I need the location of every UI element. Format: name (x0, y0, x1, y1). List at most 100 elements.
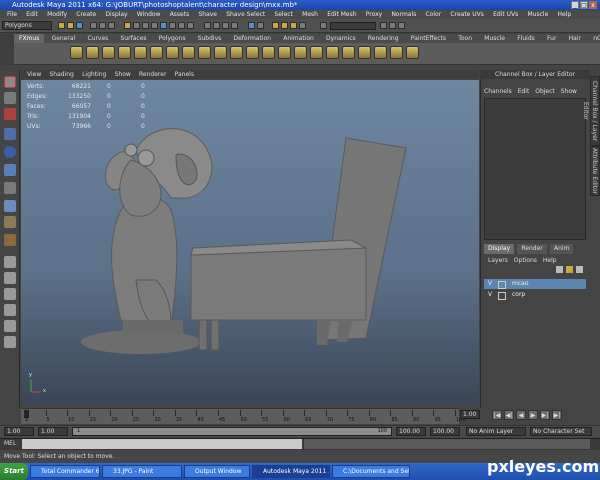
soft-mod-icon[interactable] (4, 200, 16, 212)
shelf-tool-2-icon[interactable] (86, 46, 99, 59)
layer-tab-anim[interactable]: Anim (549, 244, 574, 254)
render-settings-icon[interactable] (299, 22, 306, 29)
close-button[interactable]: x (589, 1, 597, 9)
shelf-tool-15-icon[interactable] (294, 46, 307, 59)
layer-menu-options[interactable]: Options (514, 257, 537, 264)
shelf-tool-19-icon[interactable] (358, 46, 371, 59)
shelf-tool-8-icon[interactable] (182, 46, 195, 59)
step-back-key-button[interactable]: ◀| (504, 410, 514, 420)
menu-modify[interactable]: Modify (47, 11, 67, 18)
taskbar-item[interactable]: C:\Documents and Settin... (332, 465, 410, 478)
layer-color-swatch[interactable] (498, 281, 506, 289)
shelf-tool-13-icon[interactable] (262, 46, 275, 59)
command-input[interactable] (22, 439, 302, 449)
channel-box-area[interactable] (484, 98, 586, 240)
menu-color[interactable]: Color (426, 11, 442, 18)
menu-edit-uvs[interactable]: Edit UVs (493, 11, 518, 18)
shelf-tab-hair[interactable]: Hair (564, 34, 586, 43)
menu-assets[interactable]: Assets (170, 11, 190, 18)
menu-display[interactable]: Display (105, 11, 127, 18)
snap-curve-icon[interactable] (213, 22, 220, 29)
range-slider[interactable]: 1 100 (72, 427, 392, 436)
snap-plane-icon[interactable] (231, 22, 238, 29)
mask-icon[interactable] (124, 22, 131, 29)
ipr-render-icon[interactable] (290, 22, 297, 29)
menu-window[interactable]: Window (137, 11, 161, 18)
four-view-layout-icon[interactable] (4, 272, 16, 284)
chair-model[interactable] (190, 137, 407, 351)
shelf-tab-fur[interactable]: Fur (542, 34, 561, 43)
history-icon[interactable] (248, 22, 255, 29)
input-line-icon[interactable] (320, 22, 327, 29)
menu-create[interactable]: Create (76, 11, 96, 18)
play-backwards-button[interactable]: ◀ (516, 410, 526, 420)
layer-menu-layers[interactable]: Layers (488, 257, 508, 264)
scale-tool-icon[interactable] (4, 164, 16, 176)
anim-layer-dropdown[interactable]: No Anim Layer (466, 427, 526, 436)
panel-menu-panels[interactable]: Panels (175, 71, 194, 78)
shelf-tool-9-icon[interactable] (198, 46, 211, 59)
taskbar-item[interactable]: 33.JPG - Paint (102, 465, 182, 478)
shelf-tab-polygons[interactable]: Polygons (154, 34, 191, 43)
side-tab-attribute-editor[interactable]: Attribute Editor (590, 146, 600, 196)
single-perspective-layout-icon[interactable] (4, 256, 16, 268)
shelf-tab-dynamics[interactable]: Dynamics (321, 34, 361, 43)
current-frame-field[interactable]: 1.00 (460, 410, 480, 419)
side-panel-tool-icon[interactable] (389, 22, 396, 29)
shelf-tool-12-icon[interactable] (246, 46, 259, 59)
open-scene-icon[interactable] (67, 22, 74, 29)
shelf-tool-1-icon[interactable] (70, 46, 83, 59)
character-set-dropdown[interactable]: No Character Set (530, 427, 592, 436)
shelf-tool-5-icon[interactable] (134, 46, 147, 59)
select-by-object-icon[interactable] (99, 22, 106, 29)
menu-create-uvs[interactable]: Create UVs (450, 11, 483, 18)
range-end-field[interactable]: 100.00 (430, 427, 460, 436)
shelf-tool-18-icon[interactable] (342, 46, 355, 59)
mask-dynamics-icon[interactable] (169, 22, 176, 29)
shelf-tool-22-icon[interactable] (406, 46, 419, 59)
menu-shave-select[interactable]: Shave Select (226, 11, 265, 18)
persp-graph-hyper-layout-icon[interactable] (4, 336, 16, 348)
perspective-viewport[interactable]: y x Verts: 68221 0 0 Edges: 133250 0 0 F… (21, 80, 479, 405)
playback-end-field[interactable]: 100.00 (396, 427, 426, 436)
shelf-tab-ncloth[interactable]: nCloth (588, 34, 600, 43)
menu-normals[interactable]: Normals (391, 11, 416, 18)
taskbar-item[interactable]: Total Commander 6.03 - ... (30, 465, 100, 478)
panel-menu-lighting[interactable]: Lighting (82, 71, 106, 78)
range-start-field[interactable]: 1.00 (4, 427, 34, 436)
mask-surface-icon[interactable] (151, 22, 158, 29)
shelf-tool-21-icon[interactable] (390, 46, 403, 59)
channel-menu-channels[interactable]: Channels (484, 88, 512, 95)
layer-row-corp[interactable]: V corp (484, 290, 586, 300)
layer-visibility-toggle[interactable]: V (488, 279, 492, 289)
shelf-tool-11-icon[interactable] (230, 46, 243, 59)
menu-proxy[interactable]: Proxy (366, 11, 382, 18)
snap-grid-icon[interactable] (204, 22, 211, 29)
step-forward-key-button[interactable]: ▶| (540, 410, 550, 420)
channel-menu-edit[interactable]: Edit (518, 88, 530, 95)
go-to-end-button[interactable]: ▶| (552, 410, 562, 420)
shelf-tool-10-icon[interactable] (214, 46, 227, 59)
shelf-tab-painteffects[interactable]: PaintEffects (406, 34, 451, 43)
shelf-tab-subdivs[interactable]: Subdivs (193, 34, 227, 43)
layer-visibility-toggle[interactable]: V (488, 290, 492, 300)
construction-history-icon[interactable] (257, 22, 264, 29)
render-view-icon[interactable] (272, 22, 279, 29)
show-manip-icon[interactable] (4, 216, 16, 228)
menu-select[interactable]: Select (274, 11, 293, 18)
layer-menu-help[interactable]: Help (543, 257, 557, 264)
shelf-tool-7-icon[interactable] (166, 46, 179, 59)
maximize-button[interactable]: □ (580, 1, 588, 9)
select-by-hierarchy-icon[interactable] (90, 22, 97, 29)
shelf-tool-3-icon[interactable] (102, 46, 115, 59)
play-forwards-button[interactable]: ▶ (528, 410, 538, 420)
layer-row-mcao[interactable]: V mcao (484, 279, 586, 289)
new-layer-selected-icon[interactable] (566, 266, 573, 273)
menu-shave[interactable]: Shave (198, 11, 217, 18)
shelf-tab-toon[interactable]: Toon (453, 34, 477, 43)
layer-tab-render[interactable]: Render (517, 244, 547, 254)
select-by-component-icon[interactable] (108, 22, 115, 29)
snap-point-icon[interactable] (222, 22, 229, 29)
shelf-tab-fluids[interactable]: Fluids (512, 34, 540, 43)
mask-render-icon[interactable] (178, 22, 185, 29)
